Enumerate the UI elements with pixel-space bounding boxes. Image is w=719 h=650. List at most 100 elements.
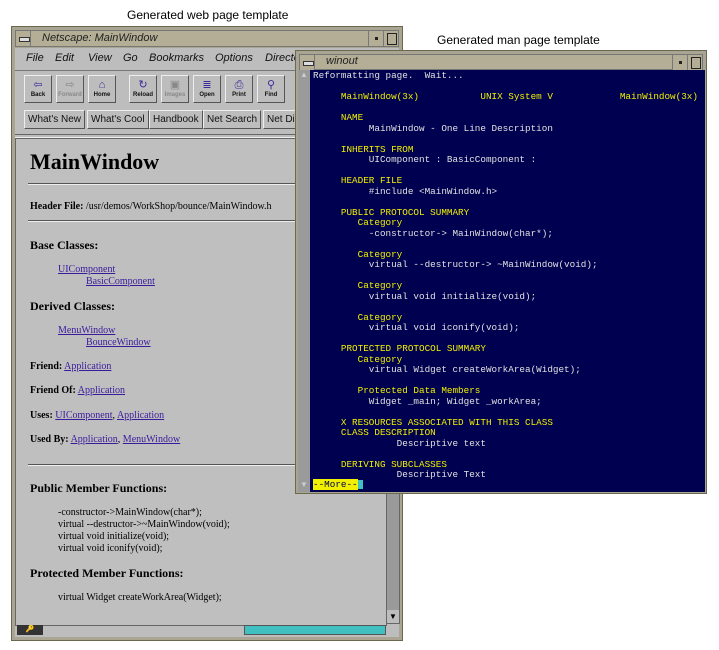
menu-view[interactable]: View: [88, 52, 112, 64]
print-icon: ⎙: [234, 79, 244, 91]
scroll-up-arrow-icon[interactable]: ▲: [298, 70, 310, 82]
forward-button[interactable]: ⇨ Forward: [56, 75, 84, 103]
whats-new-button[interactable]: What's New: [24, 110, 86, 129]
man-section-line: PROTECTED PROTOCOL SUMMARY: [313, 343, 486, 354]
images-icon: ▣: [169, 79, 181, 91]
man-text-line: MainWindow - One Line Description: [313, 122, 553, 134]
link-friend-of-application[interactable]: Application: [78, 385, 125, 396]
menu-go[interactable]: Go: [123, 52, 138, 64]
man-section-line: Category: [313, 280, 403, 291]
man-text-line: Reformatting page. Wait...: [313, 70, 464, 81]
window-title: winout: [326, 55, 358, 67]
home-icon: ⌂: [98, 79, 106, 91]
terminal-output[interactable]: --More-- Reformatting page. Wait... Main…: [310, 70, 705, 492]
status-bar: 🔑: [15, 623, 399, 637]
link-used-by-application[interactable]: Application: [71, 434, 118, 445]
man-caption: Generated man page template: [437, 33, 600, 47]
man-text-line: virtual Widget createWorkArea(Widget);: [313, 364, 581, 375]
uses-label: Uses:: [30, 410, 53, 421]
window-menu-button[interactable]: [16, 31, 31, 46]
images-button[interactable]: ▣ Images: [161, 75, 189, 103]
security-key-icon: 🔑: [17, 625, 43, 635]
function-line: virtual void iconify(void);: [58, 543, 163, 554]
open-icon: ≣: [202, 79, 212, 91]
link-friend-application[interactable]: Application: [64, 361, 111, 372]
man-section-line: Category: [313, 217, 403, 228]
minimize-button[interactable]: [368, 31, 383, 46]
function-line: virtual --destructor->~MainWindow(void);: [58, 519, 230, 530]
friend-label: Friend:: [30, 361, 63, 372]
web-caption: Generated web page template: [127, 8, 289, 22]
reload-icon: ↻: [138, 79, 148, 91]
handbook-button[interactable]: Handbook: [149, 110, 203, 129]
public-functions-label: Public Member Functions:: [30, 481, 168, 495]
back-arrow-icon: ⇦: [33, 79, 43, 91]
scroll-down-arrow-icon[interactable]: ▼: [387, 610, 399, 623]
used-by-label: Used By:: [30, 434, 69, 445]
link-menuwindow[interactable]: MenuWindow: [58, 325, 115, 336]
menu-options[interactable]: Options: [215, 52, 253, 64]
menu-bookmarks[interactable]: Bookmarks: [149, 52, 204, 64]
man-text-line: Widget _main; Widget _workArea;: [313, 395, 542, 407]
open-button[interactable]: ≣ Open: [193, 75, 221, 103]
netscape-titlebar[interactable]: Netscape: MainWindow: [15, 30, 399, 47]
derived-classes-label: Derived Classes:: [30, 299, 115, 313]
link-basiccomponent[interactable]: BasicComponent: [86, 276, 155, 287]
base-classes-label: Base Classes:: [30, 238, 99, 252]
maximize-button[interactable]: [687, 55, 702, 70]
man-section-line: MainWindow(3x) UNIX System V MainWindow(…: [313, 91, 698, 102]
man-section-line: CLASS DESCRIPTION: [313, 427, 436, 438]
maximize-button[interactable]: [383, 31, 398, 46]
link-uses-application[interactable]: Application: [117, 410, 164, 421]
window-title: Netscape: MainWindow: [42, 32, 158, 44]
terminal-scrollbar[interactable]: ▲ ▼: [298, 70, 310, 492]
man-section-line: NAME: [313, 112, 364, 123]
menu-file[interactable]: File: [26, 52, 44, 64]
man-section-line: X RESOURCES ASSOCIATED WITH THIS CLASS: [313, 416, 553, 428]
header-file-line: Header File: /usr/demos/WorkShop/bounce/…: [30, 201, 272, 212]
winout-titlebar[interactable]: winout: [299, 54, 703, 70]
man-text-line: UIComponent : BasicComponent :: [313, 154, 537, 165]
man-text-line: #include <MainWindow.h>: [313, 185, 498, 197]
back-button[interactable]: ⇦ Back: [24, 75, 52, 103]
man-text-line: virtual void initialize(void);: [313, 290, 537, 302]
man-text-line: virtual void iconify(void);: [313, 322, 520, 333]
man-section-line: DERIVING SUBCLASSES: [313, 458, 447, 470]
man-section-line: Category: [313, 311, 403, 323]
friend-of-label: Friend Of:: [30, 385, 76, 396]
reload-button[interactable]: ↻ Reload: [129, 75, 157, 103]
home-button[interactable]: ⌂ Home: [88, 75, 116, 103]
minimize-button[interactable]: [672, 55, 687, 70]
man-section-line: Protected Data Members: [313, 385, 481, 396]
function-line: virtual Widget createWorkArea(Widget);: [58, 592, 222, 603]
man-text-line: virtual --destructor-> ~MainWindow(void)…: [313, 259, 598, 270]
link-uicomponent[interactable]: UIComponent: [58, 264, 115, 275]
forward-arrow-icon: ⇨: [65, 79, 75, 91]
scroll-down-arrow-icon[interactable]: ▼: [298, 480, 310, 492]
protected-functions-label: Protected Member Functions:: [30, 566, 184, 580]
page-heading: MainWindow: [30, 149, 160, 174]
header-file-path: /usr/demos/WorkShop/bounce/MainWindow.h: [85, 201, 272, 212]
man-section-line: Category: [313, 248, 403, 260]
net-search-button[interactable]: Net Search: [203, 110, 262, 129]
progress-bar: [244, 625, 386, 635]
function-line: -constructor->MainWindow(char*);: [58, 507, 202, 518]
menu-edit[interactable]: Edit: [55, 52, 74, 64]
link-bouncewindow[interactable]: BounceWindow: [86, 337, 151, 348]
whats-cool-button[interactable]: What's Cool: [87, 110, 149, 129]
man-text-line: Descriptive Text: [313, 469, 486, 480]
man-section-line: HEADER FILE: [313, 175, 403, 186]
man-section-line: INHERITS FROM: [313, 143, 414, 155]
man-text-line: -constructor-> MainWindow(char*);: [313, 227, 553, 239]
more-prompt: --More--: [313, 479, 363, 490]
winout-window: winout ▲ ▼ --More-- Reformatting page. W…: [295, 50, 707, 494]
function-line: virtual void initialize(void);: [58, 531, 170, 542]
find-button[interactable]: ⚲ Find: [257, 75, 285, 103]
man-text-line: Descriptive text: [313, 437, 486, 449]
print-button[interactable]: ⎙ Print: [225, 75, 253, 103]
man-section-line: PUBLIC PROTOCOL SUMMARY: [313, 206, 470, 218]
link-used-by-menuwindow[interactable]: MenuWindow: [123, 434, 180, 445]
find-icon: ⚲: [266, 79, 276, 91]
link-uses-uicomponent[interactable]: UIComponent: [55, 410, 112, 421]
window-menu-button[interactable]: [300, 55, 315, 70]
